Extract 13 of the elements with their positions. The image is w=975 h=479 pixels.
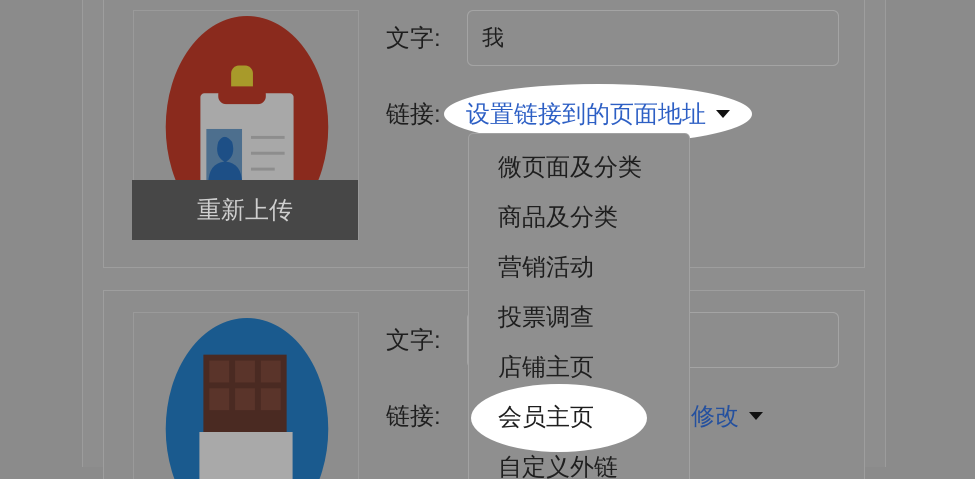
menu-item[interactable]: 投票调查 [469,293,689,343]
reupload-button[interactable]: 重新上传 [132,180,358,240]
menu-item[interactable]: 会员主页 [471,384,647,452]
text-label: 文字: [386,24,442,54]
menu-item[interactable]: 商品及分类 [469,193,689,243]
caret-icon [716,110,730,118]
link-label: 链接: [386,402,442,432]
caret-icon [749,412,763,420]
menu-item[interactable]: 营销活动 [469,243,689,293]
link-label: 链接: [386,100,442,130]
menu-item[interactable]: 微页面及分类 [469,143,689,193]
text-label: 文字: [386,326,442,356]
text-input-field[interactable]: 我 [467,10,839,66]
